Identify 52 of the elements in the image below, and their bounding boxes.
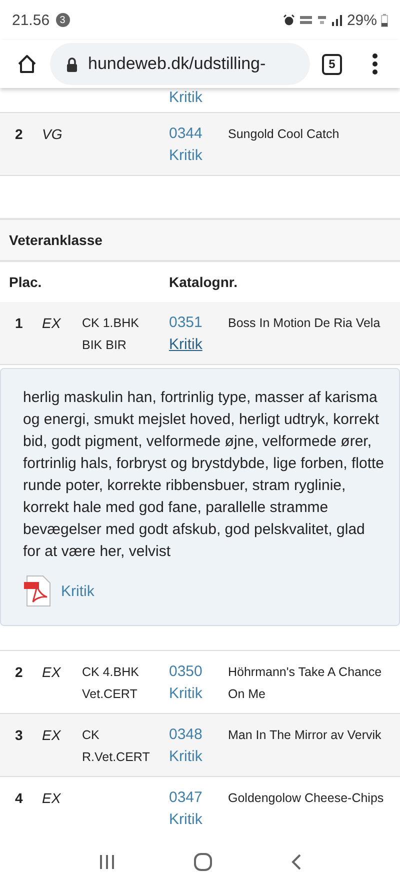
dog-name: Man In The Mirror av Vervik <box>228 727 382 744</box>
home-icon[interactable] <box>16 53 38 75</box>
home-button-icon[interactable] <box>192 852 213 872</box>
recent-apps-icon[interactable] <box>98 854 116 870</box>
placement: 2 <box>14 125 24 144</box>
column-header: Katalognr. <box>169 274 238 290</box>
grade: EX <box>41 663 62 682</box>
critique-link[interactable]: Kritik <box>169 683 202 705</box>
back-icon[interactable] <box>290 853 302 871</box>
critique-link[interactable]: Kritik <box>169 145 202 167</box>
award: R.Vet.CERT <box>82 749 151 766</box>
address-field[interactable]: hundeweb.dk/udstilling- <box>50 43 310 85</box>
catalog-link[interactable]: 0348 <box>169 724 202 746</box>
catalog-link[interactable]: 0344 <box>169 123 202 145</box>
grade: EX <box>41 789 62 808</box>
placement: 3 <box>14 726 24 745</box>
alarm-icon <box>282 14 295 26</box>
menu-icon[interactable] <box>372 53 378 75</box>
dog-name: Boss In Motion De Ria Vela <box>228 315 382 332</box>
section-header: Veteranklasse <box>0 220 400 262</box>
lock-icon <box>66 56 78 72</box>
dog-name: Goldengolow Cheese-Chips <box>228 790 385 807</box>
catalog-link[interactable]: 0350 <box>169 661 202 683</box>
column-header: Plac. <box>8 274 43 290</box>
battery-percent: 29% <box>346 12 377 28</box>
critique-link[interactable]: Kritik <box>169 746 202 768</box>
notification-badge: 3 <box>56 13 70 27</box>
critique-link[interactable]: Kritik <box>169 334 202 356</box>
award: Vet.CERT <box>82 686 138 703</box>
critique-link[interactable]: Kritik <box>169 809 202 831</box>
award: CK 1.BHK <box>82 315 140 332</box>
catalog-link[interactable]: 0351 <box>169 312 202 334</box>
award: CK <box>82 727 100 744</box>
grade: EX <box>41 314 62 333</box>
status-time: 21.56 <box>12 12 50 28</box>
critique-link[interactable]: Kritik <box>169 88 202 112</box>
award: BIK BIR <box>82 337 128 354</box>
dog-name: Sungold Cool Catch <box>228 126 340 143</box>
battery-icon <box>381 14 388 26</box>
placement: 2 <box>14 663 24 682</box>
pdf-link[interactable]: Kritik <box>61 582 94 600</box>
signal-icon <box>330 14 343 26</box>
grade: EX <box>41 726 62 745</box>
dog-name: Höhrmann's Take A Chance On Me <box>228 664 383 703</box>
placement: 1 <box>14 314 24 333</box>
catalog-link[interactable]: 0347 <box>169 787 202 809</box>
tab-count-button[interactable]: 5 <box>322 54 342 74</box>
award: CK 4.BHK <box>82 664 140 681</box>
pdf-icon <box>23 575 53 607</box>
placement: 4 <box>14 789 24 808</box>
critique-text: herlig maskulin han, fortrinlig type, masser af karisma og energi, smukt mejslet hoved, herligt udtryk, korrekt bid, godt pigment, velformede øjne, velformede ører, fortrinlig hals, forbryst og brystdybde, lige forben, flotte runde poter, korrekte ribbensbuer, stram ryglinie, korrekt hale med god fane, parallelle stramme bevægelser med godt afskub, god pelskvalitet, glad for at være her, velvist <box>23 388 385 562</box>
grade: VG <box>41 125 64 144</box>
